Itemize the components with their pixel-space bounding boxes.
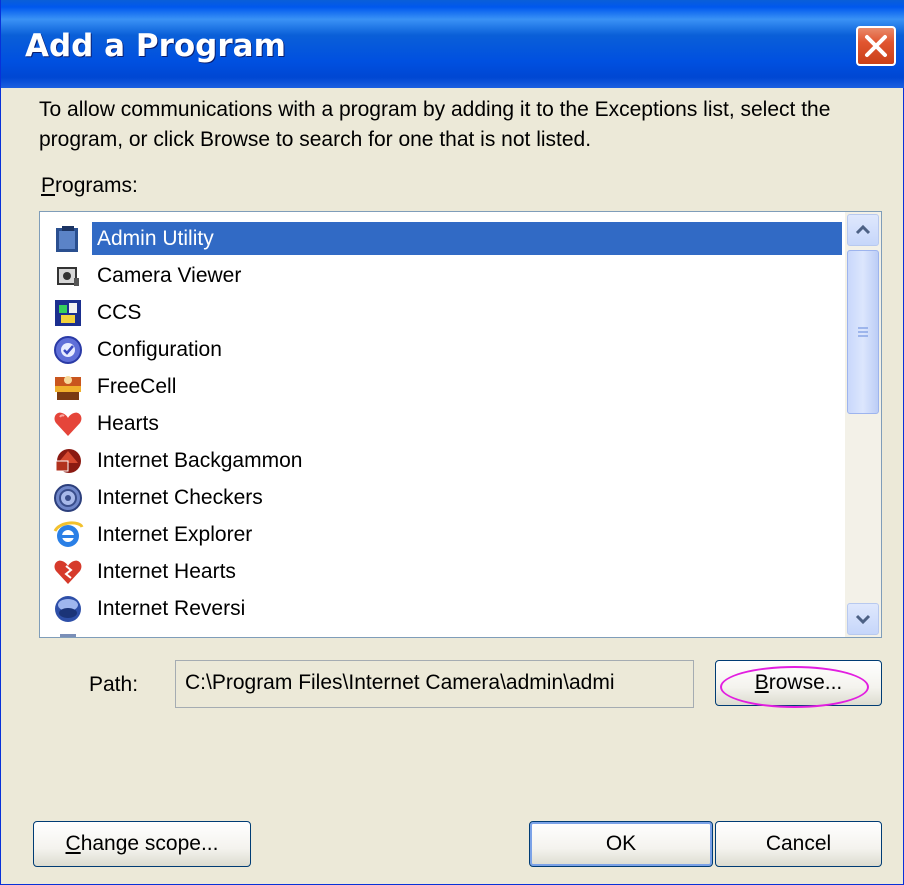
browse-accel: B xyxy=(754,671,769,694)
program-label: FreeCell xyxy=(97,374,177,398)
program-list-item[interactable]: CCS xyxy=(52,294,852,331)
program-list-item[interactable]: Internet Hearts xyxy=(52,553,852,590)
program-list-item[interactable]: Hearts xyxy=(52,405,852,442)
browse-label-rest: rowse... xyxy=(768,671,843,694)
program-icon-partial xyxy=(52,630,84,637)
browse-button[interactable]: Browse... xyxy=(715,660,882,706)
program-list-item[interactable]: Internet Reversi xyxy=(52,590,852,627)
program-list-item[interactable]: Admin Utility xyxy=(52,220,852,257)
close-button[interactable] xyxy=(856,26,896,66)
scroll-up-button[interactable] xyxy=(847,214,879,246)
program-label: Internet Explorer xyxy=(97,522,253,546)
program-list-item[interactable]: Internet Checkers xyxy=(52,479,852,516)
admin-utility-icon xyxy=(52,223,84,255)
program-label: Internet Hearts xyxy=(97,559,236,583)
chevron-down-icon xyxy=(855,614,871,625)
title-bar[interactable]: Add a Program xyxy=(1,0,904,88)
program-label: Hearts xyxy=(97,411,159,435)
internet-explorer-icon xyxy=(52,519,84,551)
internet-backgammon-icon xyxy=(52,445,84,477)
internet-hearts-icon xyxy=(52,556,84,588)
program-list-item[interactable]: Camera Viewer xyxy=(52,257,852,294)
program-label: Internet Reversi xyxy=(97,596,246,620)
program-label: Internet Backgammon xyxy=(97,448,303,472)
internet-reversi-icon xyxy=(52,593,84,625)
configuration-icon xyxy=(52,334,84,366)
program-list-item[interactable]: Internet Explorer xyxy=(52,516,852,553)
programs-label-rest: rograms: xyxy=(55,174,138,197)
program-label: Camera Viewer xyxy=(97,263,242,287)
programs-label: Programs: xyxy=(41,174,138,198)
programs-listbox[interactable]: Admin Utility Camera Viewer CCS Configurati… xyxy=(39,211,882,638)
add-program-dialog: Add a Program To allow communications wi… xyxy=(0,0,904,885)
grip-icon xyxy=(858,327,868,337)
cancel-button[interactable]: Cancel xyxy=(715,821,882,867)
program-label: Admin Utility xyxy=(97,226,214,250)
programs-label-accel: P xyxy=(41,174,56,197)
dialog-description: To allow communications with a program b… xyxy=(39,98,831,151)
internet-checkers-icon xyxy=(52,482,84,514)
chevron-up-icon xyxy=(855,224,871,235)
path-label: Path: xyxy=(89,673,139,696)
program-label: CCS xyxy=(97,300,142,324)
program-label: Configuration xyxy=(97,337,222,361)
hearts-icon xyxy=(52,408,84,440)
ccs-icon xyxy=(52,297,84,329)
freecell-icon xyxy=(52,371,84,403)
program-label: Internet Checkers xyxy=(97,485,263,509)
camera-viewer-icon xyxy=(52,260,84,292)
window-title: Add a Program xyxy=(25,28,286,64)
program-list-item[interactable]: FreeCell xyxy=(52,368,852,405)
program-list-item[interactable]: Configuration xyxy=(52,331,852,368)
program-list-item-partial[interactable] xyxy=(52,627,852,637)
close-icon xyxy=(865,35,887,57)
change-scope-label-rest: hange scope... xyxy=(80,832,219,855)
programs-scrollbar[interactable] xyxy=(845,212,881,637)
program-list-item[interactable]: Internet Backgammon xyxy=(52,442,852,479)
scroll-down-button[interactable] xyxy=(847,603,879,635)
path-field[interactable]: C:\Program Files\Internet Camera\admin\a… xyxy=(175,660,694,708)
change-scope-accel: C xyxy=(65,832,81,855)
change-scope-button[interactable]: Change scope... xyxy=(33,821,251,867)
scroll-thumb[interactable] xyxy=(847,250,879,414)
programs-list: Admin Utility Camera Viewer CCS Configurati… xyxy=(52,220,852,637)
ok-button[interactable]: OK xyxy=(529,821,713,867)
